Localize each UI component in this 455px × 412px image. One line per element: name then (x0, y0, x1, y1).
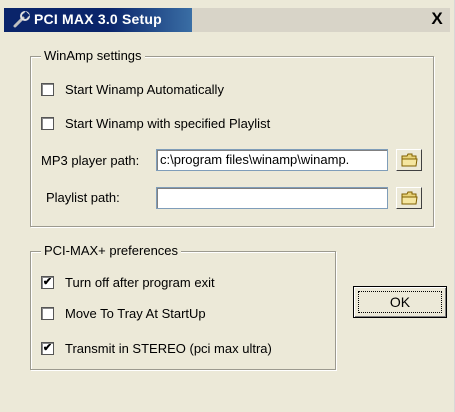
start-winamp-playlist-label: Start Winamp with specified Playlist (65, 115, 271, 131)
turn-off-label: Turn off after program exit (65, 274, 215, 290)
preferences-legend: PCI-MAX+ preferences (41, 243, 182, 258)
playlist-path-label: Playlist path: (46, 190, 120, 205)
ok-button-label: OK (389, 294, 411, 310)
transmit-stereo-label: Transmit in STEREO (pci max ultra) (65, 340, 272, 356)
mp3-path-browse-button[interactable] (396, 149, 422, 171)
wrench-icon (12, 11, 32, 29)
transmit-stereo-option[interactable]: Transmit in STEREO (pci max ultra) (41, 339, 272, 357)
playlist-path-input[interactable] (156, 187, 388, 209)
ok-button[interactable]: OK (353, 286, 447, 318)
mp3-path-label: MP3 player path: (41, 153, 140, 168)
start-winamp-playlist-checkbox[interactable] (41, 116, 54, 130)
start-winamp-auto-option[interactable]: Start Winamp Automatically (41, 80, 224, 98)
playlist-path-browse-button[interactable] (396, 187, 422, 209)
start-winamp-auto-label: Start Winamp Automatically (65, 81, 224, 97)
start-winamp-auto-checkbox[interactable] (41, 82, 54, 96)
window-title: PCI MAX 3.0 Setup (34, 11, 162, 27)
title-bar-active: PCI MAX 3.0 Setup (4, 8, 192, 32)
turn-off-option[interactable]: Turn off after program exit (41, 273, 215, 291)
move-to-tray-option[interactable]: Move To Tray At StartUp (41, 304, 206, 322)
title-bar[interactable]: PCI MAX 3.0 Setup X (4, 8, 450, 32)
setup-dialog: PCI MAX 3.0 Setup X WinAmp settings Star… (0, 0, 455, 412)
turn-off-checkbox[interactable] (41, 275, 54, 289)
winamp-settings-legend: WinAmp settings (41, 48, 145, 63)
move-to-tray-checkbox[interactable] (41, 306, 54, 320)
mp3-path-input[interactable]: c:\program files\winamp\winamp. (156, 149, 388, 171)
move-to-tray-label: Move To Tray At StartUp (65, 305, 206, 321)
close-button[interactable]: X (428, 10, 446, 28)
start-winamp-playlist-option[interactable]: Start Winamp with specified Playlist (41, 114, 270, 132)
transmit-stereo-checkbox[interactable] (41, 341, 54, 355)
